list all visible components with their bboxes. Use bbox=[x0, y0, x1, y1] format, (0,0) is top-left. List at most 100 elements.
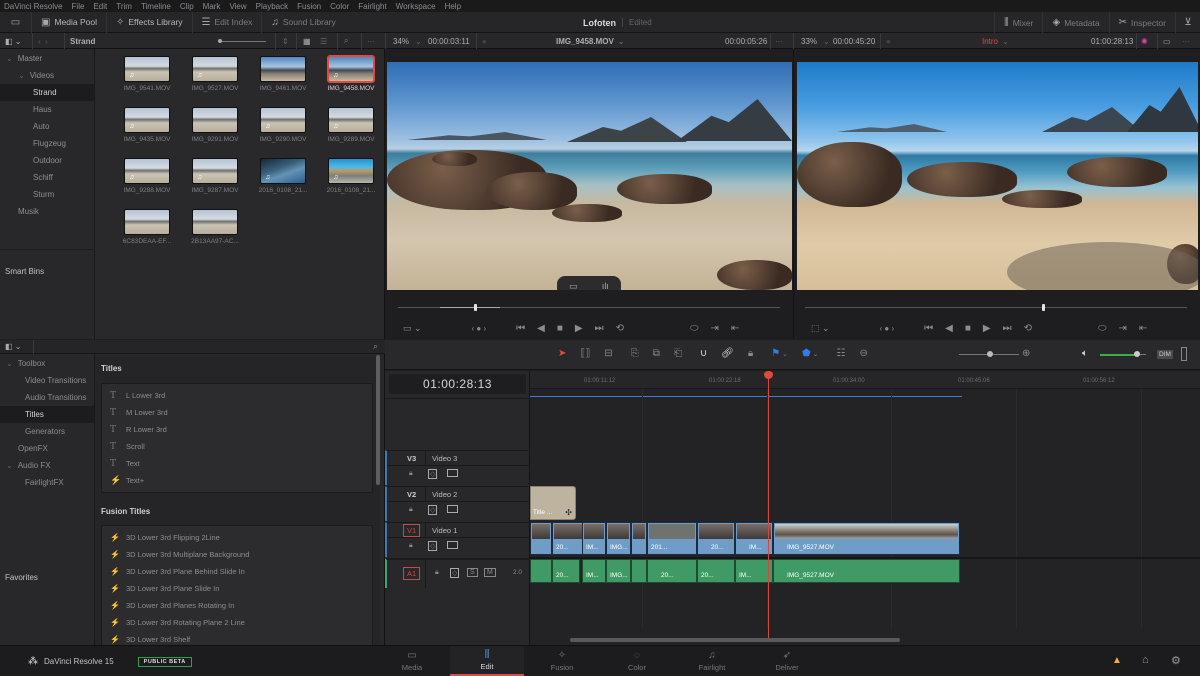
video-clip[interactable] bbox=[530, 522, 552, 555]
menu-timeline[interactable]: Timeline bbox=[141, 2, 171, 11]
loop-icon[interactable]: ⟲ bbox=[1024, 323, 1032, 334]
audio-clip[interactable]: 20... bbox=[647, 559, 697, 583]
clip-thumbnail[interactable]: ♫ IMG_9541.MOV bbox=[113, 56, 181, 101]
timeline-scrubber[interactable] bbox=[805, 307, 1187, 308]
bin-item-haus[interactable]: Haus bbox=[0, 101, 94, 118]
playhead[interactable] bbox=[768, 371, 769, 639]
marker-icon[interactable]: ⬟ ⌄ bbox=[802, 348, 819, 359]
selection-tool-icon[interactable]: ➤ bbox=[558, 348, 566, 359]
effects-category-generators[interactable]: Generators bbox=[0, 423, 94, 440]
clip-thumbnail[interactable]: 2B13AA97-AC... bbox=[181, 209, 249, 254]
effects-library-button[interactable]: ✧ Effects Library bbox=[107, 11, 193, 33]
viewer-options-button[interactable]: ▭ ⌄ bbox=[403, 323, 422, 334]
grid-view-button[interactable]: ▦ bbox=[303, 33, 311, 49]
stop-icon[interactable]: ■ bbox=[557, 323, 563, 334]
clip-thumbnail[interactable]: ♫ IMG_9458.MOV bbox=[317, 55, 385, 101]
play-icon[interactable]: ▶ bbox=[983, 323, 991, 334]
nav-back-forward[interactable]: ‹ › bbox=[38, 33, 48, 49]
play-icon[interactable]: ▶ bbox=[575, 323, 583, 334]
chevron-down-icon[interactable]: ⌄ bbox=[6, 359, 13, 368]
source-viewer[interactable]: ▭ ılı ▭ ⌄ ‹ ● › ⏮ ◀ ■ ▶ ⏭ ⟲ ⬭ ⇥ ⇤ bbox=[385, 49, 794, 339]
chevron-down-icon[interactable]: ⌄ bbox=[6, 54, 13, 63]
effects-category-openfx[interactable]: OpenFX bbox=[0, 440, 94, 457]
media-pool-button[interactable]: ▣ Media Pool bbox=[32, 11, 107, 33]
timeline-view-options-icon[interactable]: ☷ bbox=[836, 348, 845, 359]
auto-track-select-icon[interactable]: ◇ bbox=[428, 505, 438, 515]
source-clip-name[interactable]: IMG_9458.MOV ⌄ bbox=[556, 33, 625, 49]
volume-icon[interactable]: 🔈︎ bbox=[1082, 348, 1088, 359]
bin-item-musik[interactable]: Musik bbox=[0, 203, 94, 220]
effects-category-titles[interactable]: Titles bbox=[0, 406, 94, 423]
stop-icon[interactable]: ■ bbox=[965, 323, 971, 334]
viewer-mode-button[interactable]: ▭ bbox=[1163, 33, 1171, 49]
lock-track-icon[interactable]: 🔒︎ bbox=[409, 506, 413, 514]
metadata-button[interactable]: ◈ Metadata bbox=[1043, 12, 1110, 33]
video-clip[interactable]: 20... bbox=[697, 522, 735, 555]
page-tab-fusion[interactable]: ✧ Fusion bbox=[525, 646, 599, 676]
edit-index-button[interactable]: ☰ Edit Index bbox=[193, 11, 263, 33]
bin-item-schiff[interactable]: Schiff bbox=[0, 169, 94, 186]
transform-options-button[interactable]: ⬚ ⌄ bbox=[811, 323, 830, 334]
skip-end-icon[interactable]: ⏭ bbox=[595, 323, 604, 334]
source-playhead[interactable] bbox=[474, 304, 478, 311]
bin-item-master[interactable]: ⌄ Master bbox=[0, 50, 94, 67]
source-options-button[interactable]: ··· bbox=[775, 33, 783, 49]
clip-thumbnail[interactable]: ♫ 2016_0108_21... bbox=[317, 158, 385, 203]
menu-color[interactable]: Color bbox=[330, 2, 349, 11]
flag-icon[interactable]: ⚑ ⌄ bbox=[771, 348, 788, 359]
thumbnail-size-slider[interactable] bbox=[218, 33, 268, 49]
play-reverse-icon[interactable]: ◀ bbox=[945, 323, 953, 334]
title-item[interactable]: T Text bbox=[102, 455, 372, 472]
title-item[interactable]: TM Lower 3rd bbox=[102, 404, 372, 421]
effects-category-audio-fx[interactable]: ⌄ Audio FX bbox=[0, 457, 94, 474]
video-clip[interactable] bbox=[631, 522, 647, 555]
jog-control[interactable]: ‹ ● › bbox=[880, 324, 895, 333]
zoom-out-icon[interactable]: ⊖ bbox=[859, 348, 867, 359]
bin-item-flugzeug[interactable]: Flugzeug bbox=[0, 135, 94, 152]
link-icon[interactable]: 🔗︎ bbox=[721, 348, 734, 359]
title-item[interactable]: T Scroll bbox=[102, 438, 372, 455]
dim-button[interactable]: DIM bbox=[1157, 350, 1173, 359]
fusion-title-item[interactable]: ⚡ 3D Lower 3rd Multiplane Background bbox=[102, 546, 372, 563]
clip-thumbnail[interactable]: ♫ IMG_9288.MOV bbox=[113, 158, 181, 203]
video-clip[interactable]: 201... bbox=[647, 522, 697, 555]
waveform-icon[interactable]: ılı bbox=[602, 281, 609, 290]
mark-in-icon[interactable]: ⇥ bbox=[1119, 323, 1127, 334]
page-tab-edit[interactable]: ⫼ Edit bbox=[450, 646, 524, 676]
auto-track-select-icon[interactable]: ◇ bbox=[450, 568, 460, 578]
menu-mark[interactable]: Mark bbox=[203, 2, 221, 11]
clip-thumbnail[interactable]: ♫ IMG_9435.MOV bbox=[113, 107, 181, 152]
title-item[interactable]: TL Lower 3rd bbox=[102, 387, 372, 404]
insert-clip-icon[interactable]: ⎘ bbox=[631, 348, 639, 359]
replace-clip-icon[interactable]: ⎗ bbox=[674, 348, 682, 359]
trim-tool-icon[interactable]: ⟦⟧ bbox=[580, 348, 590, 359]
inspector-button[interactable]: ✂ Inspector bbox=[1110, 12, 1176, 33]
page-tab-fairlight[interactable]: ♫ Fairlight bbox=[675, 646, 749, 676]
effects-category-fairlightfx[interactable]: FairlightFX bbox=[0, 474, 94, 491]
timeline-playhead-handle[interactable] bbox=[1041, 304, 1045, 311]
home-icon[interactable]: ⌂ bbox=[1142, 654, 1149, 666]
effects-category-toolbox[interactable]: ⌄ Toolbox bbox=[0, 355, 94, 372]
clip-thumbnail[interactable]: IMG_9291.MOV bbox=[181, 107, 249, 152]
menu-fairlight[interactable]: Fairlight bbox=[358, 2, 386, 11]
source-patch-v1[interactable]: V1 bbox=[403, 524, 421, 537]
match-frame-icon[interactable]: ⬭ bbox=[1098, 323, 1107, 334]
audio-clip[interactable]: IMG... bbox=[606, 559, 631, 583]
mixer-button[interactable]: ⫼ Mixer bbox=[994, 12, 1044, 33]
title-item[interactable]: ⚡ Text+ bbox=[102, 472, 372, 489]
search-button[interactable]: ⌕ bbox=[344, 33, 348, 49]
loop-icon[interactable]: ⟲ bbox=[616, 323, 624, 334]
audio-clip[interactable]: IM... bbox=[582, 559, 606, 583]
track-name[interactable]: Video 1 bbox=[432, 526, 457, 535]
audio-clip[interactable]: 20... bbox=[552, 559, 580, 583]
page-tab-deliver[interactable]: ➶ Deliver bbox=[750, 646, 824, 676]
play-reverse-icon[interactable]: ◀ bbox=[537, 323, 545, 334]
page-tab-color[interactable]: ◌ Color bbox=[600, 646, 674, 676]
color-viewer-button[interactable]: ✺ bbox=[1141, 33, 1148, 49]
monitor-toggle[interactable]: ▭ bbox=[0, 11, 32, 33]
clip-thumbnail[interactable]: IMG_9461.MOV bbox=[249, 56, 317, 101]
lock-icon[interactable]: 🔒︎ bbox=[748, 348, 753, 359]
bin-item-auto[interactable]: Auto bbox=[0, 118, 94, 135]
menu-app[interactable]: DaVinci Resolve bbox=[4, 2, 63, 11]
mute-button[interactable]: M bbox=[484, 568, 496, 577]
